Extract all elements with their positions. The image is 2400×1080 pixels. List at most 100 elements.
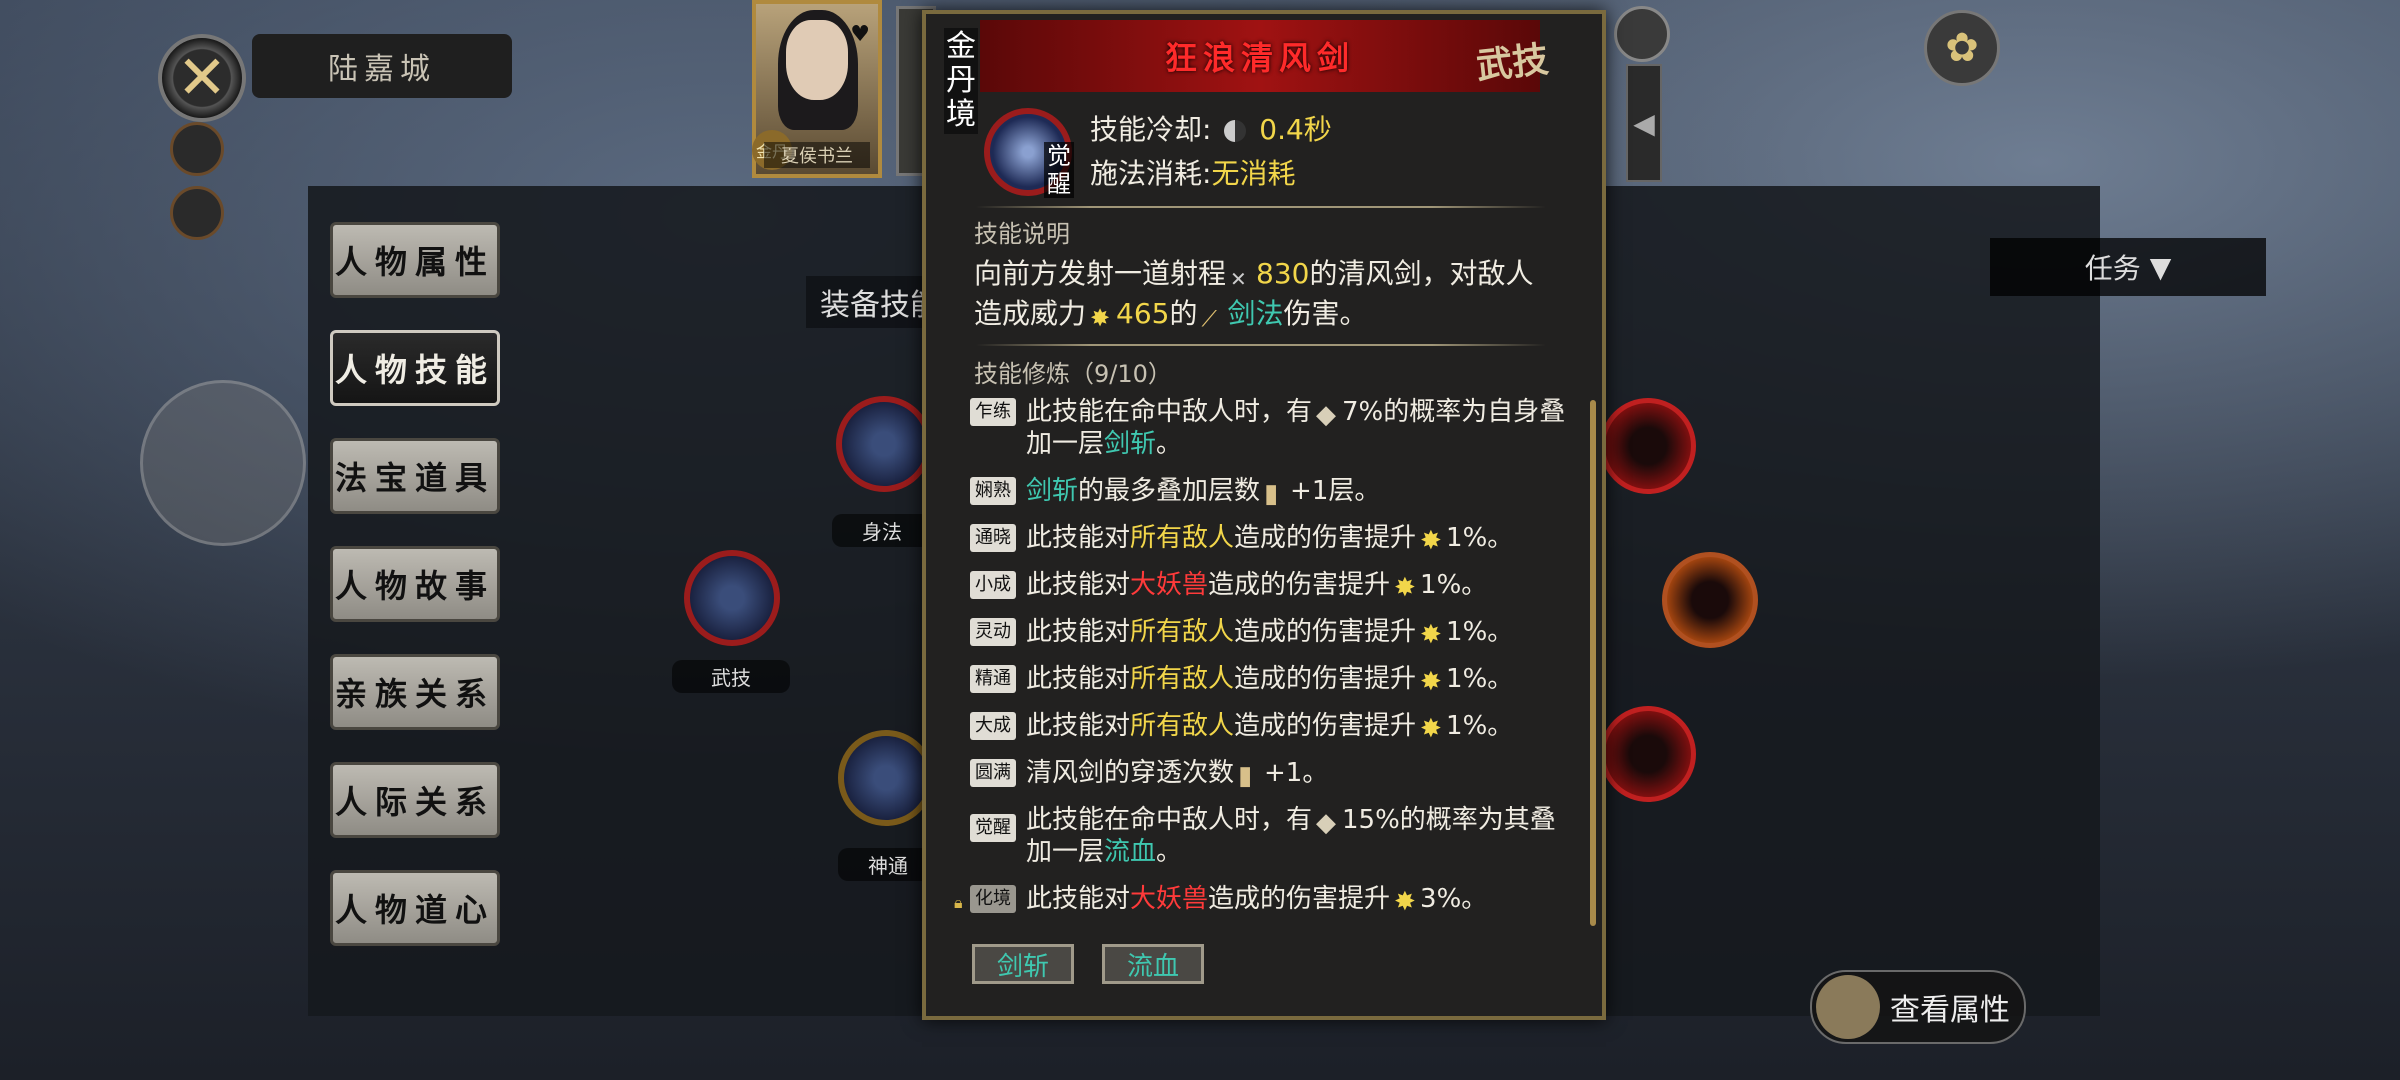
chance-icon: ◆	[1316, 808, 1337, 838]
training-text: 清风剑的穿透次数	[1026, 758, 1235, 788]
skill-name: 狂浪清风剑	[1164, 39, 1355, 77]
skill-node-right-3[interactable]	[1600, 706, 1696, 802]
menu-social-relations[interactable]: 人际关系	[330, 762, 500, 838]
training-highlight: 所有敌人	[1130, 523, 1235, 553]
training-text: 造成的伤害提升	[1234, 617, 1417, 647]
desc-text: 向前方发射一道射程	[974, 257, 1227, 290]
training-item: 娴熟 剑斩的最多叠加层数 ▮ +1层。	[970, 475, 1566, 509]
divider	[976, 206, 1546, 208]
divider	[976, 344, 1546, 346]
training-text: 的最多叠加层数	[1078, 476, 1261, 506]
portrait-face	[786, 20, 848, 100]
party-icon[interactable]	[1614, 6, 1670, 62]
training-item: 精通 此技能对所有敌人造成的伤害提升 ✸ 1%。	[970, 663, 1566, 697]
training-tag: 觉醒	[970, 814, 1016, 842]
cost-value: 无消耗	[1211, 157, 1296, 190]
training-highlight: 大妖兽	[1130, 570, 1209, 600]
training-text: 造成的伤害提升	[1234, 711, 1417, 741]
power-icon: ✸	[1394, 573, 1416, 603]
joystick[interactable]	[140, 380, 306, 546]
menu-dao-heart[interactable]: 人物道心	[330, 870, 500, 946]
close-button[interactable]: ✕	[158, 34, 246, 122]
training-highlight: 流血	[1104, 837, 1157, 867]
training-text: 此技能对	[1026, 884, 1131, 914]
bleed-tag-button[interactable]: 流血	[1102, 944, 1204, 984]
training-text: 造成的伤害提升	[1234, 664, 1417, 694]
training-highlight: 所有敌人	[1130, 617, 1235, 647]
training-text: 此技能对	[1026, 711, 1131, 741]
menu-character-attributes[interactable]: 人物属性	[330, 222, 500, 298]
scroll-icon: ▮	[1264, 479, 1279, 509]
cooldown-row: 技能冷却: 0.4秒	[1090, 108, 1332, 148]
training-text: 造成的伤害提升	[1208, 570, 1391, 600]
movement-skill-node[interactable]	[836, 396, 932, 492]
training-item: 小成 此技能对大妖兽造成的伤害提升 ✸ 1%。	[970, 569, 1566, 603]
power-icon: ✸	[1420, 620, 1442, 650]
task-tab[interactable]: 任务 ▼	[1990, 238, 2266, 296]
training-tag: 小成	[970, 571, 1016, 599]
training-tag: 圆满	[970, 759, 1016, 787]
power-value: 465	[1116, 297, 1170, 330]
training-tag: 乍练	[970, 398, 1016, 426]
training-text: 造成的伤害提升	[1208, 884, 1391, 914]
menu-character-skills[interactable]: 人物技能	[330, 330, 500, 406]
task-label: 任务	[2084, 252, 2141, 285]
damage-type: 剑法	[1227, 297, 1284, 330]
realm-label: 金丹境	[944, 28, 978, 134]
view-attributes-button[interactable]: 查看属性	[1810, 970, 2026, 1044]
training-highlight: 剑斩	[1026, 476, 1079, 506]
portrait-name: 夏侯书兰	[764, 142, 870, 168]
training-text: 1%。	[1420, 570, 1488, 600]
avatar	[1816, 975, 1880, 1039]
training-tag: 灵动	[970, 618, 1016, 646]
training-highlight: 剑斩	[1104, 429, 1157, 459]
collapse-arrow-icon[interactable]: ◀	[1626, 64, 1662, 182]
scroll-icon: ▮	[1238, 761, 1253, 791]
training-text: 此技能对	[1026, 523, 1131, 553]
training-highlight: 所有敌人	[1130, 711, 1235, 741]
scrollbar[interactable]	[1590, 400, 1596, 926]
desc-text: 的	[1169, 297, 1198, 330]
skill-type-badge: 武技	[1474, 38, 1551, 88]
gear-icon[interactable]: ✿	[1924, 10, 2000, 86]
training-text: 1%。	[1446, 617, 1514, 647]
training-text: 。	[1156, 837, 1183, 867]
power-icon: ✸	[1090, 304, 1111, 332]
training-title: 技能修炼（9/10）	[974, 360, 1172, 388]
training-text: +1层。	[1290, 476, 1381, 506]
desc-text: 伤害。	[1283, 297, 1368, 330]
training-text: 此技能在命中敌人时，有	[1026, 397, 1313, 427]
training-tag: 化境	[970, 885, 1016, 913]
training-text: 。	[1156, 429, 1183, 459]
character-portrait[interactable]: ♥ 金丹 夏侯书兰	[752, 0, 882, 178]
training-text: 1%。	[1446, 523, 1514, 553]
view-attributes-label: 查看属性	[1890, 993, 2010, 1028]
chance-icon: ◆	[1316, 400, 1337, 430]
cost-label: 施法消耗:	[1090, 157, 1212, 190]
training-tag: 通晓	[970, 524, 1016, 552]
divine-skill-node[interactable]	[838, 730, 934, 826]
movement-label: 身法	[832, 514, 932, 547]
skill-node-right-2[interactable]	[1662, 552, 1758, 648]
triangle-down-icon: ▼	[2149, 250, 2172, 284]
menu-family-relations[interactable]: 亲族关系	[330, 654, 500, 730]
skill-node-right-1[interactable]	[1600, 398, 1696, 494]
lock-icon: 🔒︎	[954, 893, 963, 912]
skill-detail-popup: 金丹境 狂浪清风剑 武技 觉醒 技能冷却: 0.4秒 施法消耗:无消耗 技能说明…	[922, 10, 1606, 1020]
training-text: 此技能对	[1026, 617, 1131, 647]
training-list: 乍练 此技能在命中敌人时，有 ◆ 7%的概率为自身叠加一层剑斩。 娴熟 剑斩的最多叠…	[954, 396, 1566, 930]
side-orb-icon[interactable]	[170, 186, 224, 240]
side-orb-icon[interactable]	[170, 122, 224, 176]
martial-label: 武技	[672, 660, 790, 693]
menu-treasures-items[interactable]: 法宝道具	[330, 438, 500, 514]
training-text: +1。	[1264, 758, 1329, 788]
martial-skill-node[interactable]	[684, 550, 780, 646]
menu-character-story[interactable]: 人物故事	[330, 546, 500, 622]
page-title: 陆嘉城	[252, 34, 512, 98]
cost-row: 施法消耗:无消耗	[1090, 152, 1295, 192]
training-item: 乍练 此技能在命中敌人时，有 ◆ 7%的概率为自身叠加一层剑斩。	[970, 396, 1566, 460]
training-text: 3%。	[1420, 884, 1488, 914]
training-item: 灵动 此技能对所有敌人造成的伤害提升 ✸ 1%。	[970, 616, 1566, 650]
sword-slash-tag-button[interactable]: 剑斩	[972, 944, 1074, 984]
training-text: 1%。	[1446, 664, 1514, 694]
